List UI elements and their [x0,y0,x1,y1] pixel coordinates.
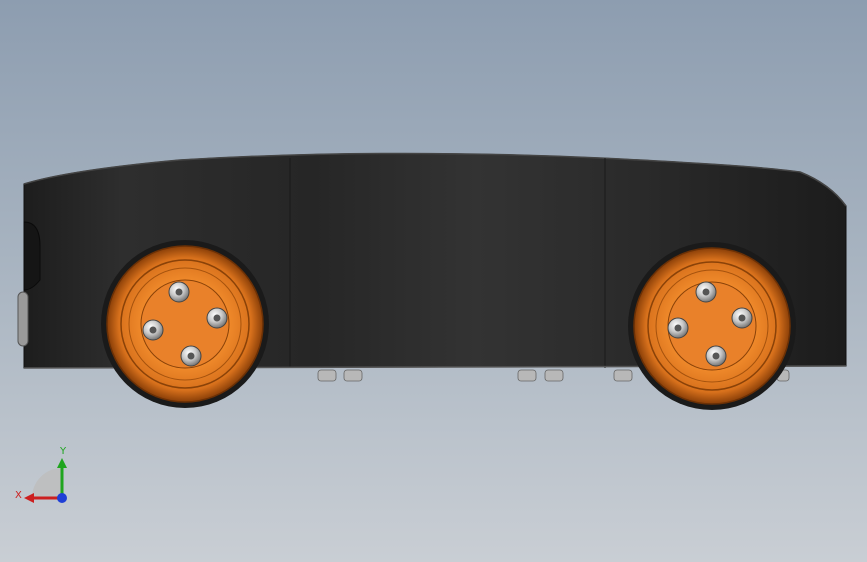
wheel-right[interactable] [628,242,796,410]
y-arrow-head-icon [57,458,67,468]
side-port [23,221,41,291]
y-axis-label: Y [59,446,67,457]
x-arrow-head-icon [24,493,34,503]
triad-plane-icon [32,468,62,498]
x-axis-label: X [15,490,22,501]
wheel-left[interactable] [101,240,269,408]
cad-viewport[interactable]: Y X [0,0,867,562]
z-axis-dot-icon [57,493,67,503]
coordinate-triad[interactable]: Y X [15,446,67,503]
side-connector [17,291,29,347]
